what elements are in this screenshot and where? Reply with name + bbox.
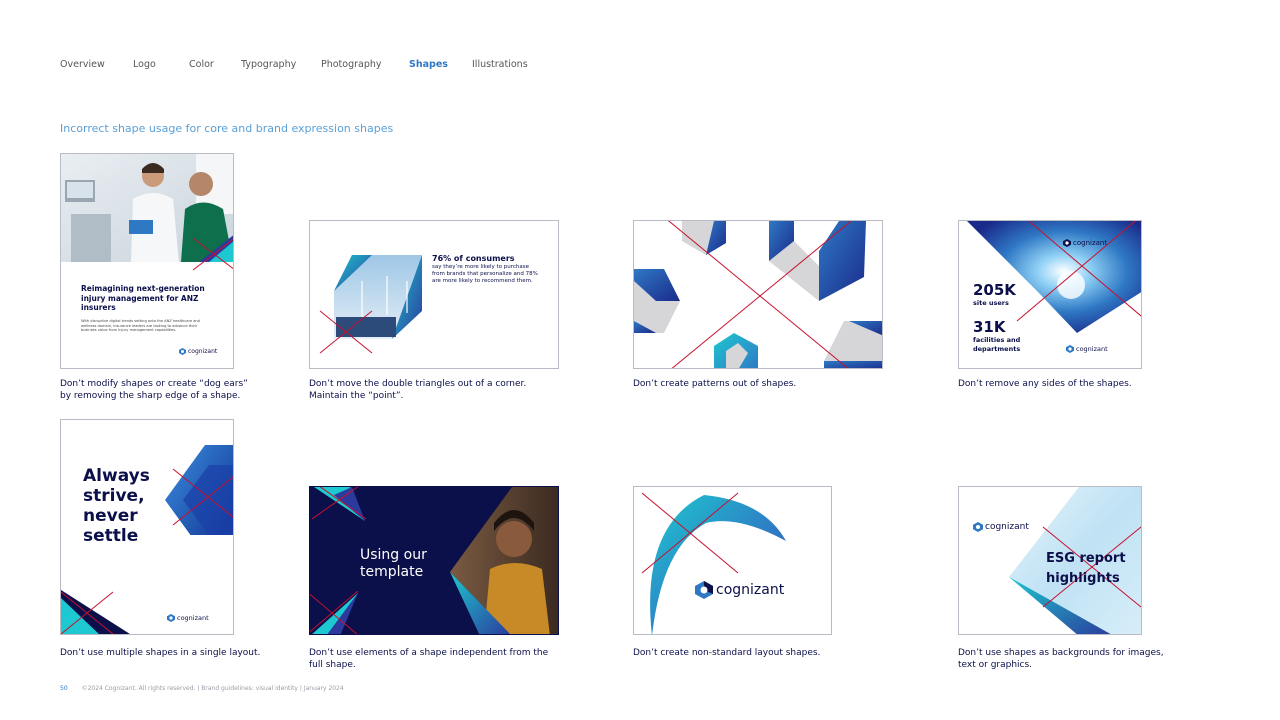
example-card-independent-elements: Using our template (309, 486, 559, 635)
esg-headline: ESG report highlights (1046, 551, 1126, 586)
example-card-non-standard: cognizant (633, 486, 832, 635)
cognizant-logo: cognizant (167, 614, 209, 622)
footer: 50 ©2024 Cognizant. All rights reserved.… (60, 685, 344, 692)
nav-shapes[interactable]: Shapes (409, 59, 472, 70)
caption-non-standard: Don’t create non-standard layout shapes. (633, 648, 821, 658)
footer-text: ©2024 Cognizant. All rights reserved. | … (81, 685, 344, 692)
page-number: 50 (60, 685, 68, 692)
corner-triangles-modified (199, 235, 233, 262)
corner-triangles (61, 590, 130, 634)
caption-independent-elements: Don’t use elements of a shape independen… (309, 648, 549, 670)
top-nav: Overview Logo Color Typography Photograp… (60, 59, 552, 70)
cognizant-logo-text: cognizant (1073, 239, 1108, 247)
cognizant-logo-text: cognizant (1076, 345, 1108, 353)
cognizant-mark-icon (1066, 345, 1074, 353)
cognizant-mark-icon (973, 522, 983, 532)
nav-overview[interactable]: Overview (60, 59, 133, 70)
stat-205k-label: site users (973, 299, 1009, 307)
stat-31k-label: facilities and departments (973, 336, 1021, 353)
caption-removed-sides: Don’t remove any sides of the shapes. (958, 379, 1132, 389)
stat-headline: 76% of consumers (432, 254, 515, 263)
caption-patterns: Don’t create patterns out of shapes. (633, 379, 797, 389)
card-body: With disruptive digital trends setting o… (81, 319, 200, 333)
nav-photography[interactable]: Photography (321, 59, 409, 70)
cognizant-logo: cognizant (973, 522, 1029, 532)
example-card-removed-sides: cognizant 205K site users 31K facilities… (958, 220, 1142, 369)
example-card-multiple-shapes: Always strive, never settle cognizant (60, 419, 234, 635)
cognizant-logo: cognizant (695, 581, 784, 599)
solar-wind-shape (334, 255, 422, 339)
cognizant-logo: cognizant (179, 348, 217, 355)
cognizant-mark-icon (167, 614, 175, 622)
nav-illustrations[interactable]: Illustrations (472, 59, 552, 70)
caption-dog-ears: Don’t modify shapes or create “dog ears”… (60, 379, 248, 401)
nav-color[interactable]: Color (189, 59, 241, 70)
example-card-shape-backgrounds: cognizant ESG report highlights (958, 486, 1142, 635)
caption-shape-backgrounds: Don’t use shapes as backgrounds for imag… (958, 648, 1164, 670)
cognizant-logo-text: cognizant (188, 348, 218, 355)
blue-3d-shape (165, 445, 233, 535)
stat-205k: 205K (973, 281, 1016, 299)
loose-triangle-top (311, 487, 367, 521)
template-headline: Using our template (360, 547, 427, 580)
stat-body: say they’re more likely to purchase from… (432, 264, 538, 284)
cognizant-logo-text: cognizant (716, 582, 785, 598)
example-card-moved-triangles: 76% of consumers say they’re more likely… (309, 220, 559, 369)
card-headline: Always strive, never settle (83, 466, 150, 546)
caption-multiple-shapes: Don’t use multiple shapes in a single la… (60, 648, 261, 658)
nav-typography[interactable]: Typography (241, 59, 321, 70)
example-card-dog-ears: Reimagining next-generation injury manag… (60, 153, 234, 369)
curved-shape (641, 492, 786, 634)
card-headline: Reimagining next-generation injury manag… (81, 284, 205, 312)
cognizant-logo: cognizant (1063, 239, 1107, 247)
cognizant-logo: cognizant (1066, 345, 1108, 353)
cognizant-mark-icon (695, 581, 713, 599)
shape-pattern (634, 221, 882, 368)
woman-photo-shape (450, 487, 558, 634)
cognizant-logo-text: cognizant (177, 614, 209, 622)
stat-31k: 31K (973, 318, 1006, 336)
example-card-patterns (633, 220, 883, 369)
caption-moved-triangles: Don’t move the double triangles out of a… (309, 379, 527, 401)
section-title: Incorrect shape usage for core and brand… (60, 122, 394, 135)
cognizant-logo-text: cognizant (985, 522, 1029, 532)
nav-logo[interactable]: Logo (133, 59, 189, 70)
cognizant-mark-icon (179, 348, 186, 355)
loose-triangle-bottom (310, 591, 359, 634)
cognizant-mark-icon (1063, 239, 1071, 247)
